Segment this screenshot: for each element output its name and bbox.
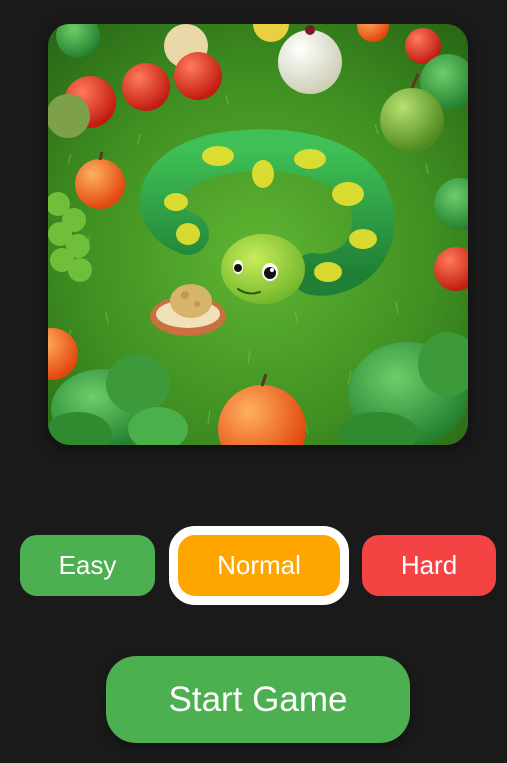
snake-garden-illustration bbox=[48, 24, 468, 445]
game-start-screen: Easy Normal Hard Start Game bbox=[0, 0, 507, 763]
difficulty-normal-button[interactable]: Normal bbox=[169, 526, 349, 605]
start-game-button[interactable]: Start Game bbox=[106, 656, 410, 743]
hero-illustration bbox=[48, 24, 468, 445]
difficulty-hard-button[interactable]: Hard bbox=[362, 535, 496, 596]
difficulty-easy-button[interactable]: Easy bbox=[20, 535, 155, 596]
